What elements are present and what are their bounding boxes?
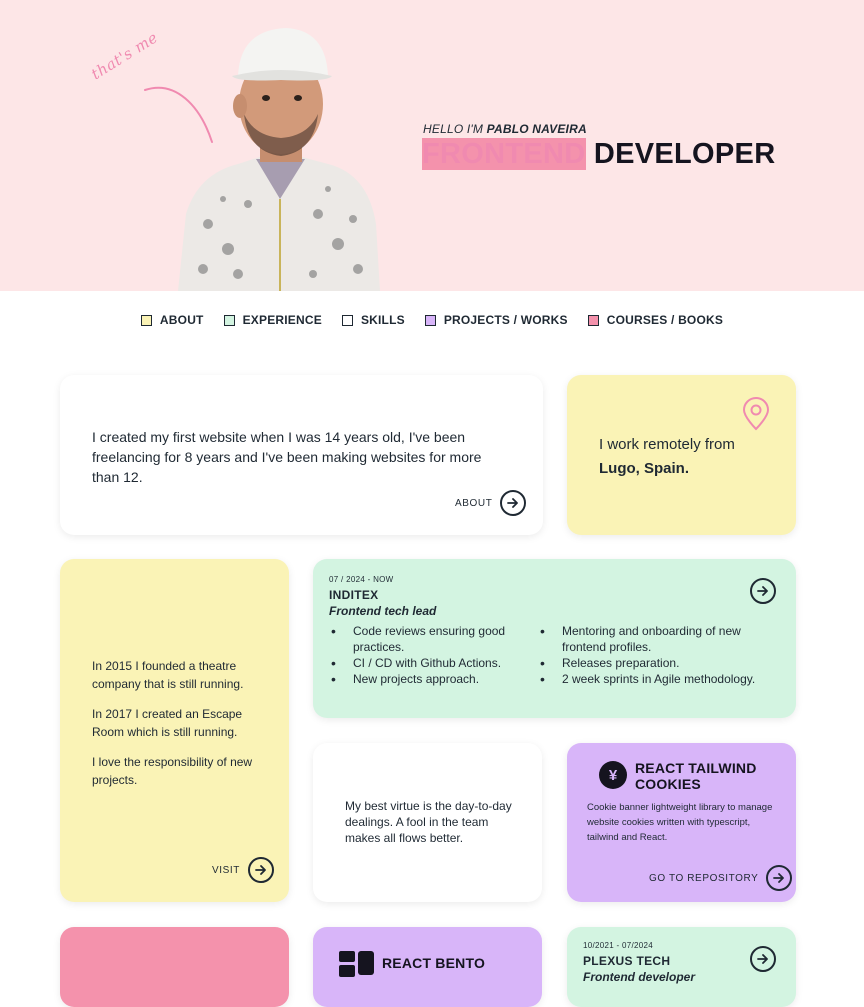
author-name: PABLO NAVEIRA <box>486 122 587 136</box>
project-card-bento: REACT BENTO <box>313 927 542 1007</box>
location-prefix: I work remotely from <box>599 436 735 453</box>
nav-item-projects[interactable]: PROJECTS / WORKS <box>424 313 568 327</box>
list-item: Code reviews ensuring good practices. <box>329 623 525 655</box>
arrow-right-icon <box>766 865 793 891</box>
list-item: Mentoring and onboarding of new frontend… <box>538 623 768 655</box>
visit-link[interactable]: VISIT <box>212 857 275 883</box>
arrow-right-icon <box>500 490 527 516</box>
projects-paragraph: In 2017 I created an Escape Room which i… <box>92 707 243 739</box>
job-tasks-left: Code reviews ensuring good practices. CI… <box>329 623 525 687</box>
courses-card <box>60 927 289 1007</box>
title-developer: DEVELOPER <box>593 138 776 170</box>
location-text: I work remotely from Lugo, Spain. <box>599 433 779 481</box>
profile-photo <box>178 28 380 291</box>
virtue-card: My best virtue is the day-to-day dealing… <box>313 743 542 902</box>
list-item: 2 week sprints in Agile methodology. <box>538 671 768 687</box>
projects-paragraph: I love the responsibility of new project… <box>92 755 253 787</box>
bento-grid-icon <box>339 951 374 977</box>
project-description: Cookie banner lightweight library to man… <box>587 802 773 843</box>
virtue-text: My best virtue is the day-to-day dealing… <box>345 799 512 845</box>
about-text: I created my first website when I was 14… <box>92 429 482 485</box>
page-title: FRONTEND DEVELOPER <box>422 138 775 171</box>
job-tasks-right: Mentoring and onboarding of new frontend… <box>538 623 768 687</box>
project-title: REACT TAILWIND COOKIES <box>635 760 757 792</box>
job-company: PLEXUS TECH <box>583 954 671 968</box>
experience-card-plexus: 10/2021 - 07/2024 PLEXUS TECH Frontend d… <box>567 927 796 1007</box>
nav-item-label: ABOUT <box>159 313 204 327</box>
nav-item-label: PROJECTS / WORKS <box>443 313 568 327</box>
pink-swatch-icon <box>587 314 599 326</box>
arrow-right-icon <box>248 857 275 883</box>
nav-item-label: SKILLS <box>360 313 405 327</box>
about-card: I created my first website when I was 14… <box>60 375 543 535</box>
nav-item-courses[interactable]: COURSES / BOOKS <box>587 313 724 327</box>
job-header: 07 / 2024 - NOW INDITEX Frontend tech le… <box>329 575 436 618</box>
white-swatch-icon <box>341 314 353 326</box>
nav-item-about[interactable]: ABOUT <box>140 313 204 327</box>
job-date: 10/2021 - 07/2024 <box>583 941 654 950</box>
location-card: I work remotely from Lugo, Spain. <box>567 375 796 535</box>
greeting: HELLO I'M PABLO NAVEIRA <box>423 122 587 136</box>
list-item: CI / CD with Github Actions. <box>329 655 525 671</box>
arrow-right-icon[interactable] <box>750 578 776 604</box>
visit-link-label: VISIT <box>212 864 241 876</box>
green-swatch-icon <box>223 314 235 326</box>
job-role: Frontend developer <box>583 970 696 984</box>
title-frontend: FRONTEND <box>422 138 586 170</box>
purple-swatch-icon <box>424 314 436 326</box>
experience-card-inditex: 07 / 2024 - NOW INDITEX Frontend tech le… <box>313 559 796 718</box>
section-nav: ABOUT EXPERIENCE SKILLS PROJECTS / WORKS… <box>0 313 864 327</box>
job-header: 10/2021 - 07/2024 PLEXUS TECH Frontend d… <box>583 941 695 984</box>
hero-banner: that's me HELLO I'M PABLO NAVEIRA FRONTE… <box>0 0 864 291</box>
cookies-logo-icon: ¥ <box>599 761 627 789</box>
nav-item-skills[interactable]: SKILLS <box>341 313 405 327</box>
project-card-cookies: ¥ REACT TAILWIND COOKIES Cookie banner l… <box>567 743 796 902</box>
list-item: Releases preparation. <box>538 655 768 671</box>
about-link[interactable]: ABOUT <box>455 490 527 516</box>
greeting-prefix: HELLO I'M <box>423 122 484 136</box>
projects-paragraph: In 2015 I founded a theatre company that… <box>92 659 244 691</box>
projects-card: In 2015 I founded a theatre company that… <box>60 559 289 902</box>
repository-link-label: GO TO REPOSITORY <box>649 872 759 884</box>
job-company: INDITEX <box>329 588 379 602</box>
list-item: New projects approach. <box>329 671 525 687</box>
projects-text: In 2015 I founded a theatre company that… <box>92 657 262 801</box>
nav-item-experience[interactable]: EXPERIENCE <box>223 313 322 327</box>
yellow-swatch-icon <box>140 314 152 326</box>
location-city: Lugo, Spain. <box>599 460 689 477</box>
nav-item-label: COURSES / BOOKS <box>606 313 724 327</box>
job-date: 07 / 2024 - NOW <box>329 575 394 584</box>
about-link-label: ABOUT <box>455 497 493 509</box>
arrow-right-icon[interactable] <box>750 946 776 972</box>
repository-link[interactable]: GO TO REPOSITORY <box>649 865 793 891</box>
nav-item-label: EXPERIENCE <box>242 313 322 327</box>
map-pin-icon <box>742 397 770 431</box>
handwritten-note: that's me <box>88 28 162 84</box>
project-title: REACT BENTO <box>382 955 486 971</box>
job-role: Frontend tech lead <box>329 604 437 618</box>
